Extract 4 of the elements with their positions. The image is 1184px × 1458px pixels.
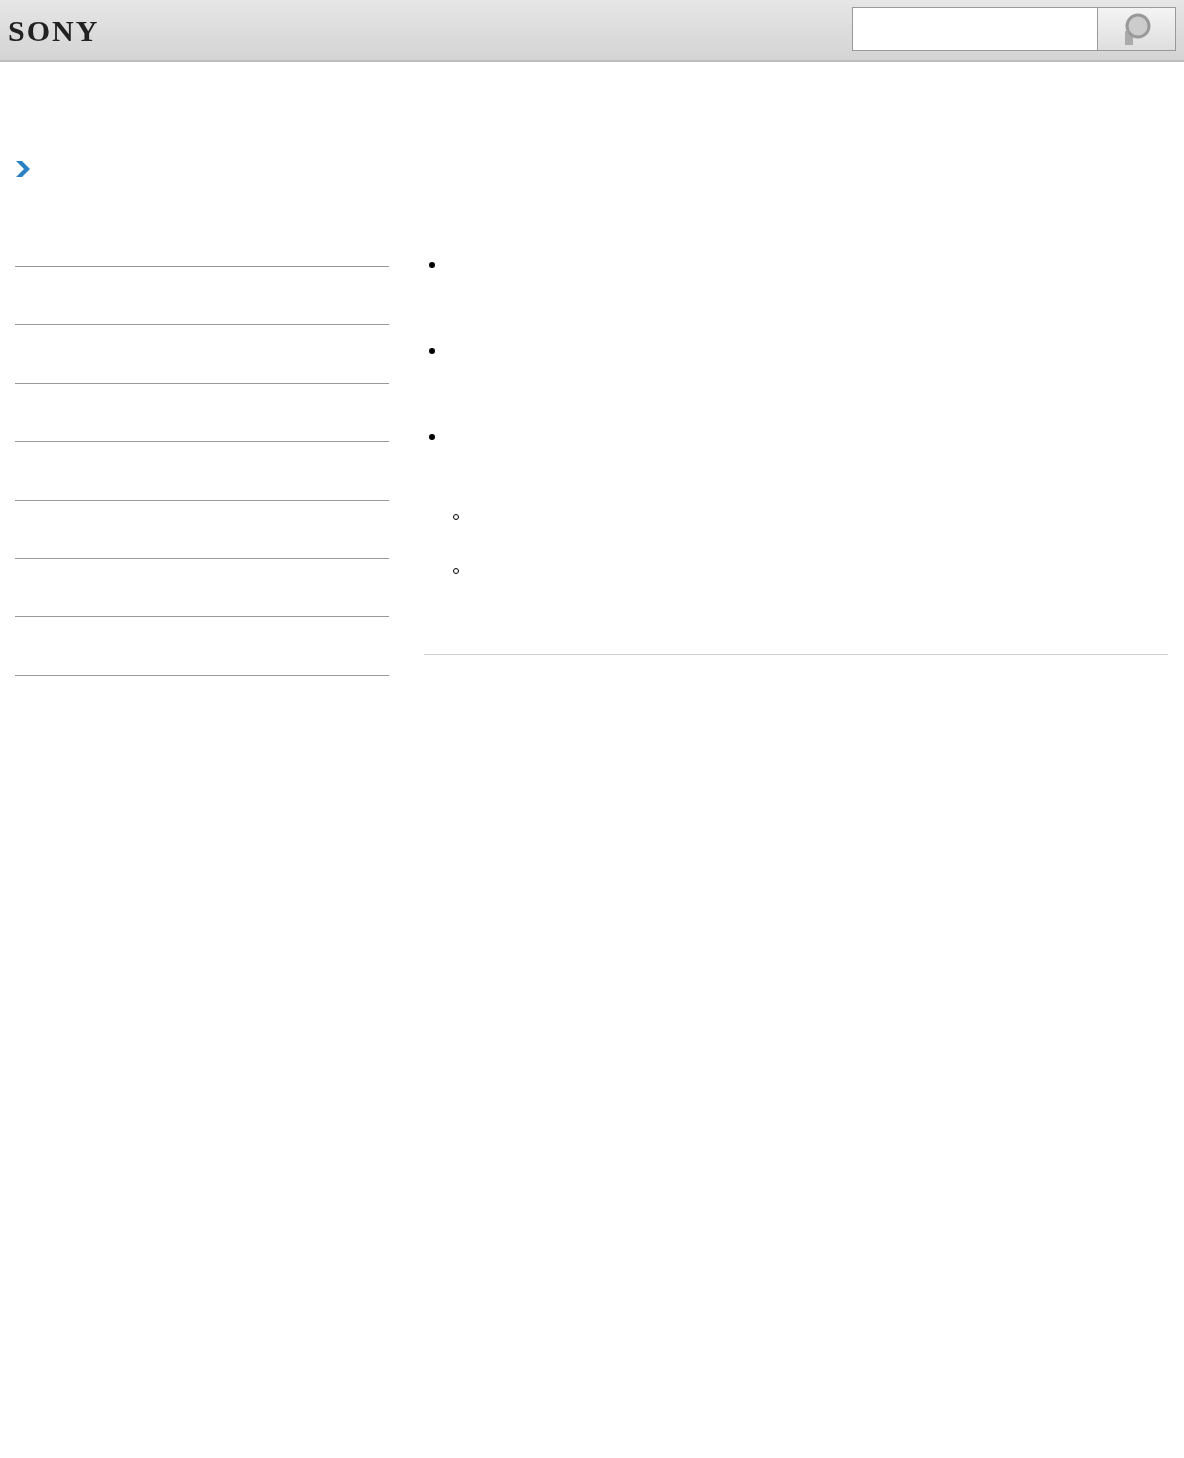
search-button[interactable] bbox=[1098, 7, 1176, 51]
chevron-icon[interactable] bbox=[14, 160, 31, 178]
search-field[interactable] bbox=[852, 7, 1098, 51]
brand-logo: SONY bbox=[8, 12, 100, 49]
